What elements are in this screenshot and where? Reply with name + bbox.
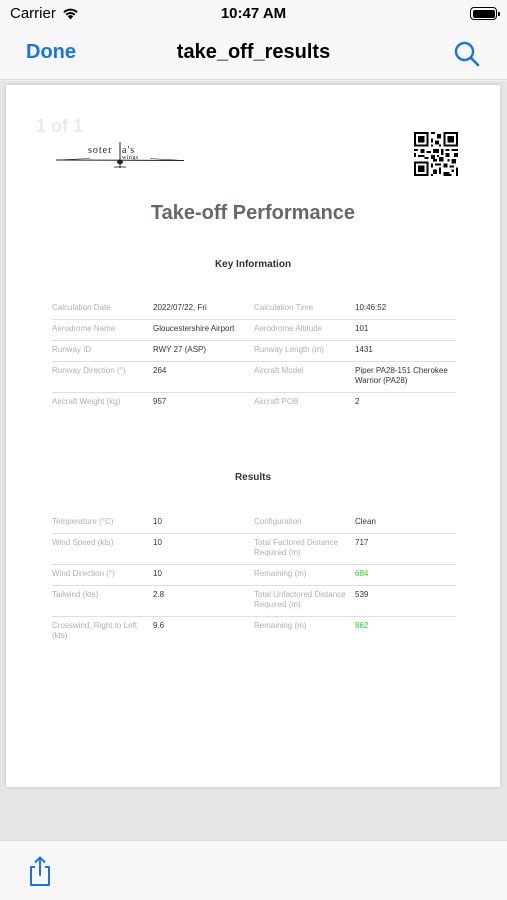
row-value: 539 (355, 590, 369, 599)
row-value: 264 (153, 366, 167, 375)
row-label: Wind Speed (kts) (52, 538, 114, 547)
svg-text:wings: wings (122, 155, 139, 161)
row-label: Aerodrome Name (52, 324, 116, 333)
pdf-page: 1 of 1 soter a's wings Take-off Performa… (6, 85, 500, 787)
row-label: Runway Direction (°) (52, 366, 126, 375)
row-value: 10 (153, 569, 162, 578)
document-title: Take-off Performance (150, 202, 356, 224)
results-table: Temperature (°C) 10 Configuration Clean … (52, 513, 456, 647)
document-viewer[interactable]: 1 of 1 soter a's wings Take-off Performa… (0, 81, 507, 840)
row-value: 10 (153, 517, 162, 526)
remaining-factored-value: 684 (355, 569, 369, 578)
status-time: 10:47 AM (220, 5, 287, 22)
row-value: 101 (355, 324, 369, 333)
row-value: 957 (153, 397, 167, 406)
table-row: Crosswind, Right to Left (kts) 9.6 Remai… (52, 617, 456, 647)
row-value: 10 (153, 538, 162, 547)
row-label: Calculation Time (254, 303, 314, 312)
row-value: 2.8 (153, 590, 165, 599)
key-information-table: Calculation Date 2022/07/22, Fri Calcula… (52, 299, 456, 413)
qr-code (414, 132, 458, 176)
search-icon[interactable] (453, 40, 481, 68)
row-label: Aircraft Model (254, 366, 304, 375)
nav-title: take_off_results (176, 41, 331, 63)
page-indicator: 1 of 1 (36, 116, 84, 136)
row-value: 2 (355, 397, 360, 406)
navigation-bar: Done take_off_results (0, 28, 507, 80)
row-label: Total Factored Distance Required (m) (254, 538, 339, 557)
row-value: 9.6 (153, 621, 165, 630)
row-label: Crosswind, Right to Left (kts) (52, 621, 137, 640)
battery-fill (472, 9, 495, 18)
row-label: Temperature (°C) (52, 517, 114, 526)
row-label: Calculation Date (52, 303, 111, 312)
table-row: Tailwind (kts) 2.8 Total Unfactored Dist… (52, 586, 456, 617)
row-label: Aerodrome Altitude (254, 324, 323, 333)
row-value: RWY 27 (ASP) (153, 345, 207, 354)
bottom-toolbar (0, 840, 507, 900)
table-row: Aerodrome Name Gloucestershire Airport A… (52, 320, 456, 341)
row-label: Tailwind (kts) (52, 590, 99, 599)
battery-icon (470, 7, 500, 20)
table-row: Wind Direction (°) 10 Remaining (m) 684 (52, 565, 456, 586)
remaining-unfactored-value: 862 (355, 621, 369, 630)
row-label: Configuration (254, 517, 302, 526)
row-value: Gloucestershire Airport (153, 324, 235, 333)
table-row: Wind Speed (kts) 10 Total Factored Dista… (52, 534, 456, 565)
row-value: 10:46:52 (355, 303, 387, 312)
row-label: Total Unfactored Distance Required (m) (254, 590, 346, 609)
row-label: Aircraft POB (254, 397, 299, 406)
row-label: Aircraft Weight (kg) (52, 397, 121, 406)
row-label: Runway ID (52, 345, 92, 354)
table-row: Runway ID RWY 27 (ASP) Runway Length (m)… (52, 341, 456, 362)
table-row: Temperature (°C) 10 Configuration Clean (52, 513, 456, 534)
results-heading: Results (234, 472, 272, 483)
row-value: 717 (355, 538, 369, 547)
row-value: 2022/07/22, Fri (153, 303, 207, 312)
share-icon[interactable] (28, 855, 52, 887)
table-row: Aircraft Weight (kg) 957 Aircraft POB 2 (52, 393, 456, 413)
svg-text:soter: soter (88, 145, 112, 156)
row-label: Runway Length (m) (254, 345, 324, 354)
row-label: Remaining (m) (254, 621, 307, 630)
key-information-heading: Key Information (214, 259, 292, 270)
soterias-wings-logo: soter a's wings (55, 142, 185, 168)
row-value: Piper PA28-151 Cherokee Warrior (PA28) (355, 366, 448, 385)
row-value: 1431 (355, 345, 373, 354)
row-value: Clean (355, 517, 376, 526)
row-label: Remaining (m) (254, 569, 307, 578)
status-bar: Carrier 10:47 AM (0, 0, 507, 28)
row-label: Wind Direction (°) (52, 569, 115, 578)
table-row: Runway Direction (°) 264 Aircraft Model … (52, 362, 456, 393)
battery-nub (498, 11, 500, 16)
table-row: Calculation Date 2022/07/22, Fri Calcula… (52, 299, 456, 320)
